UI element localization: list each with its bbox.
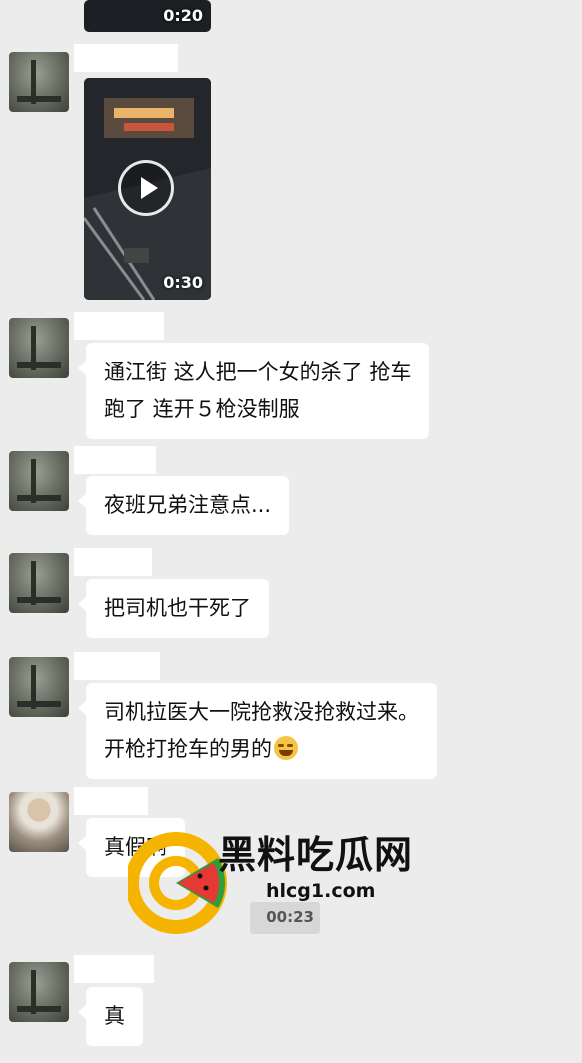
sender-name-mask	[74, 312, 164, 340]
rolling-laughing-emoji-icon	[274, 736, 298, 760]
message-text: 跑了 连开５枪没制服	[104, 397, 300, 421]
watermelon-logo-icon	[128, 832, 227, 934]
avatar[interactable]	[9, 657, 69, 717]
sender-name-mask	[74, 548, 152, 576]
avatar[interactable]	[9, 553, 69, 613]
video-duration: 0:30	[163, 273, 203, 292]
sender-name-mask	[74, 446, 156, 474]
message-bubble[interactable]: 真	[78, 987, 143, 1046]
message-text: 通江街 这人把一个女的杀了 抢车	[104, 360, 412, 384]
sender-name-mask	[74, 652, 160, 680]
sender-name-mask	[74, 44, 178, 72]
message-bubble[interactable]: 把司机也干死了	[78, 579, 269, 638]
message-text: 把司机也干死了	[104, 596, 251, 620]
message-text: 真	[104, 1004, 125, 1028]
avatar[interactable]	[9, 318, 69, 378]
video-duration: 0:20	[163, 6, 203, 25]
watermark-brand: 黑料吃瓜网	[218, 833, 414, 877]
message-text: 夜班兄弟注意点...	[104, 493, 272, 517]
message-text: 司机拉医大一院抢救没抢救过来。	[104, 700, 419, 724]
message-bubble[interactable]: 夜班兄弟注意点...	[77, 476, 290, 535]
avatar[interactable]	[9, 451, 69, 511]
watermark-url: hlcg1.com	[266, 880, 376, 902]
avatar[interactable]	[9, 52, 69, 112]
message-text: 开枪打抢车的男的	[104, 737, 272, 761]
video-message-top[interactable]: 0:20	[84, 0, 211, 32]
watermark: 黑料吃瓜网 hlcg1.com	[128, 818, 458, 938]
avatar[interactable]	[9, 962, 69, 1022]
sender-name-mask	[74, 955, 154, 983]
message-bubble[interactable]: 司机拉医大一院抢救没抢救过来。 开枪打抢车的男的	[78, 683, 437, 779]
sender-name-mask	[74, 787, 148, 815]
message-bubble[interactable]: 通江街 这人把一个女的杀了 抢车 跑了 连开５枪没制服	[77, 343, 430, 439]
video-message[interactable]: 0:30	[84, 78, 211, 300]
avatar[interactable]	[9, 792, 69, 852]
play-icon[interactable]	[118, 160, 174, 216]
